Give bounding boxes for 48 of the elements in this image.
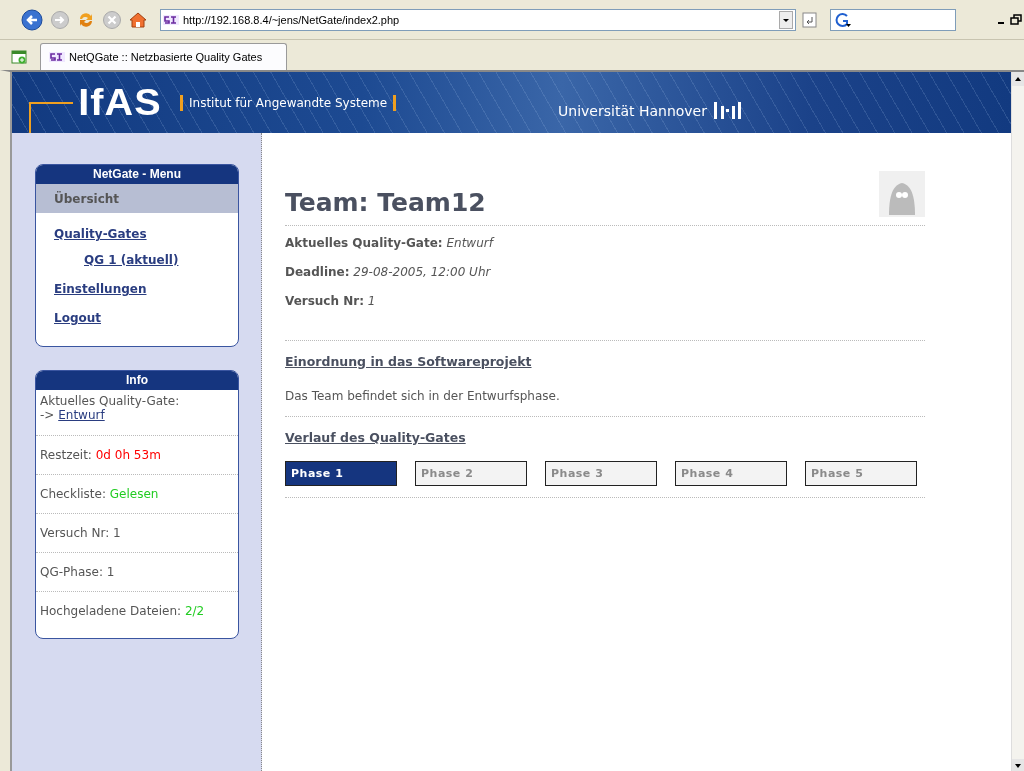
phase-indicator: Phase 3 <box>545 461 657 486</box>
section-title: Verlauf des Quality-Gates <box>285 430 466 445</box>
new-tab-icon[interactable] <box>11 49 28 65</box>
university-name: Universität Hannover <box>558 102 707 119</box>
info-line: Aktuelles Quality-Gate: Entwurf <box>285 236 496 251</box>
scroll-up-icon[interactable] <box>1012 72 1024 86</box>
section-title: Einordnung in das Softwareprojekt <box>285 354 532 369</box>
phase-indicator: Phase 4 <box>675 461 787 486</box>
restore-icon[interactable] <box>1010 12 1022 27</box>
logo: IfAS <box>78 81 162 124</box>
info-line: Deadline: 29-08-2005, 12:00 Uhr <box>285 265 492 280</box>
site-icon <box>49 51 65 63</box>
arrow-text: -> <box>40 408 55 422</box>
institute-name: Institut für Angewandte Systeme <box>180 94 397 111</box>
page-heading: Team: Team12 <box>285 188 486 217</box>
search-field[interactable] <box>830 8 956 31</box>
info-line: Versuch Nr: 1 <box>285 294 377 309</box>
university-logo-icon <box>713 99 741 120</box>
info-label: Hochgeladene Dateien: <box>40 604 182 618</box>
dropdown-icon[interactable] <box>779 10 793 29</box>
info-value: 0d 0h 53m <box>95 448 161 462</box>
info-value: 2/2 <box>184 604 205 618</box>
phase-indicator: Phase 5 <box>805 461 917 486</box>
info-label: Aktuelles Quality-Gate: <box>40 394 181 408</box>
menu-item[interactable]: Übersicht <box>36 184 238 213</box>
bracket-icon <box>29 102 73 133</box>
info-text: Versuch Nr: 1 <box>40 526 122 540</box>
gate-link[interactable]: Entwurf <box>58 408 105 422</box>
info-value: Gelesen <box>109 487 159 501</box>
panel-title: NetGate - Menu <box>36 165 238 184</box>
menu-item[interactable]: QG 1 (aktuell) <box>36 249 238 275</box>
description-text: Das Team befindet sich in der Entwurfsphase. <box>285 389 561 403</box>
site-icon <box>163 13 179 26</box>
address-field[interactable]: http://192.168.8.4/~jens/NetGate/index2.php <box>160 8 796 31</box>
scroll-down-icon[interactable] <box>1012 759 1024 771</box>
phase-indicator: Phase 2 <box>415 461 527 486</box>
info-label: Restzeit: <box>40 448 92 462</box>
panel-title: Info <box>36 371 238 390</box>
avatar-icon <box>879 171 925 217</box>
search-engine-icon <box>834 11 852 28</box>
info-label: Checkliste: <box>40 487 106 501</box>
menu-item[interactable]: Quality-Gates <box>36 220 238 249</box>
menu-item[interactable]: Einstellungen <box>36 275 238 304</box>
menu-item[interactable]: Logout <box>36 304 238 333</box>
back-icon[interactable] <box>20 7 44 32</box>
phase-indicator: Phase 1 <box>285 461 397 486</box>
info-text: QG-Phase: 1 <box>40 565 116 579</box>
browser-tab[interactable]: NetQGate :: Netzbasierte Quality Gates <box>40 43 287 70</box>
